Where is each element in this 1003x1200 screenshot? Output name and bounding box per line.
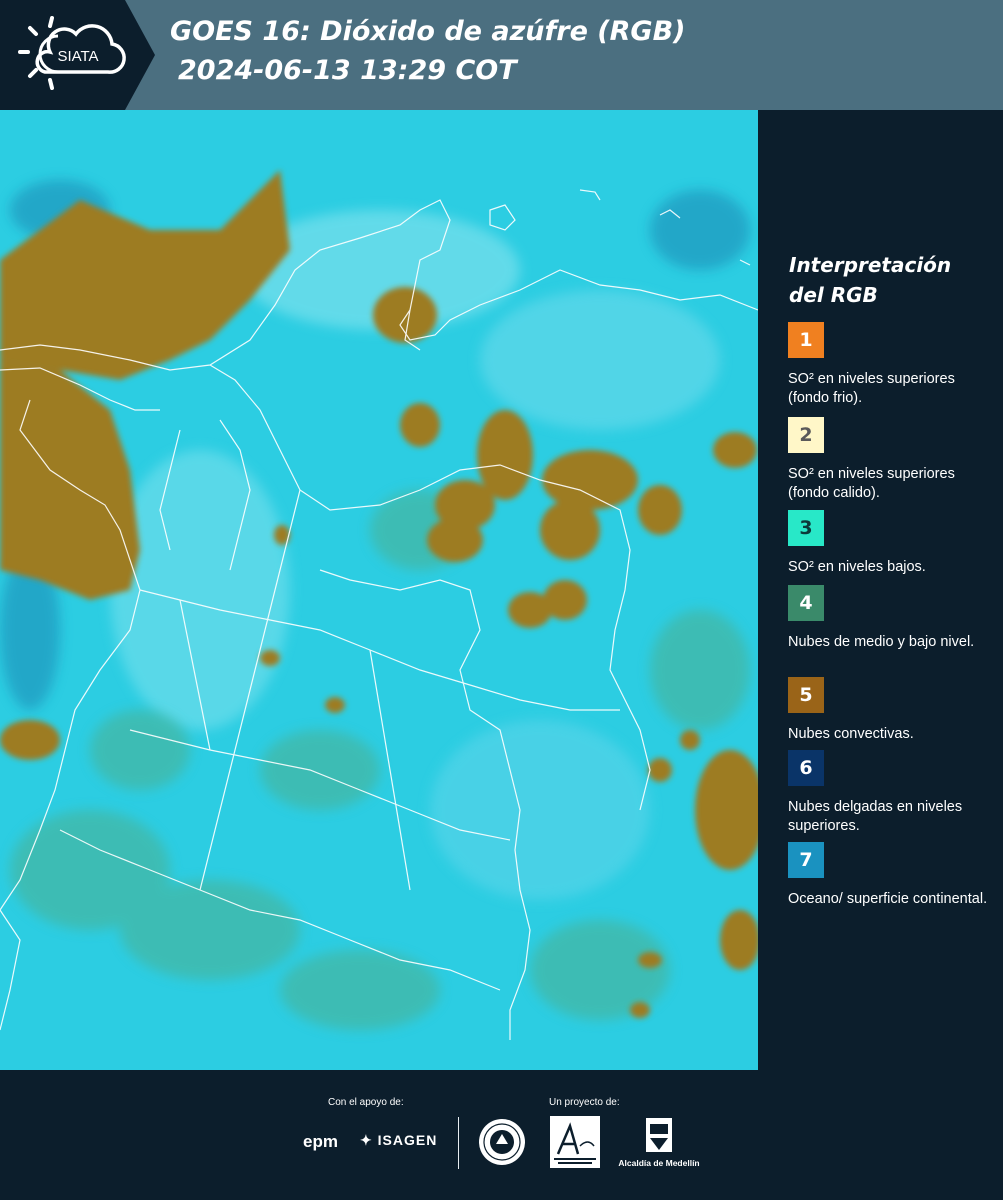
alcaldia-shield-icon (646, 1118, 672, 1152)
legend-item-2: 2 SO² en niveles superiores (fondo calid… (788, 417, 998, 503)
legend-label-7: Oceano/ superficie continental. (788, 891, 988, 907)
legend-swatch-5: 5 (788, 677, 824, 713)
satellite-map (0, 110, 758, 1070)
legend-label-4: Nubes de medio y bajo nivel. (788, 634, 975, 650)
legend-label-3: SO² en niveles bajos. (788, 559, 926, 575)
legend-swatch-1: 1 (788, 322, 824, 358)
area-metropolitana-logo-icon (550, 1116, 600, 1168)
legend-label-6: Nubes delgadas en niveles superiores. (788, 799, 963, 834)
header-bar: SIATA GOES 16: Dióxido de azúfre (RGB) 2… (0, 0, 1003, 110)
isagen-mark-icon: ✦ (360, 1132, 373, 1148)
alcaldia-label: Alcaldía de Medellín (618, 1158, 700, 1168)
legend-item-4: 4 Nubes de medio y bajo nivel. (788, 585, 998, 652)
legend-item-7: 7 Oceano/ superficie continental. (788, 842, 998, 909)
legend-item-6: 6 Nubes delgadas en niveles superiores. (788, 750, 998, 836)
legend-item-5: 5 Nubes convectivas. (788, 677, 998, 744)
legend-label-2: SO² en niveles superiores (fondo calido)… (788, 466, 955, 501)
logo-text: SIATA (57, 48, 98, 65)
legend-item-3: 3 SO² en niveles bajos. (788, 510, 998, 577)
satellite-map-image (0, 110, 758, 1070)
title-line-2: 2024-06-13 13:29 COT (178, 55, 517, 86)
legend-swatch-6: 6 (788, 750, 824, 786)
support-label: Con el apoyo de: (328, 1097, 404, 1108)
legend-title: Interpretación del RGB (789, 253, 952, 307)
legend-item-1: 1 SO² en niveles superiores (fondo frio)… (788, 322, 998, 408)
epm-logo: epm (303, 1132, 338, 1151)
legend-label-5: Nubes convectivas. (788, 726, 914, 742)
footer-divider (458, 1117, 459, 1169)
legend-label-1: SO² en niveles superiores (fondo frio). (788, 371, 955, 406)
legend-swatch-3: 3 (788, 510, 824, 546)
legend-swatch-2: 2 (788, 417, 824, 453)
medellin-seal-icon (478, 1116, 526, 1168)
isagen-text: ISAGEN (377, 1132, 438, 1148)
alcaldia-logo: Alcaldía de Medellín (614, 1116, 704, 1174)
legend-panel: Interpretación del RGB 1 SO² en niveles … (758, 110, 1003, 1070)
isagen-logo: ✦ ISAGEN (360, 1132, 437, 1149)
title-line-1: GOES 16: Dióxido de azúfre (RGB) (170, 16, 686, 47)
project-label: Un proyecto de: (549, 1097, 620, 1108)
footer: Con el apoyo de: Un proyecto de: epm ✦ I… (0, 1070, 1003, 1200)
siata-logo: SIATA (0, 0, 155, 110)
legend-swatch-7: 7 (788, 842, 824, 878)
legend-swatch-4: 4 (788, 585, 824, 621)
